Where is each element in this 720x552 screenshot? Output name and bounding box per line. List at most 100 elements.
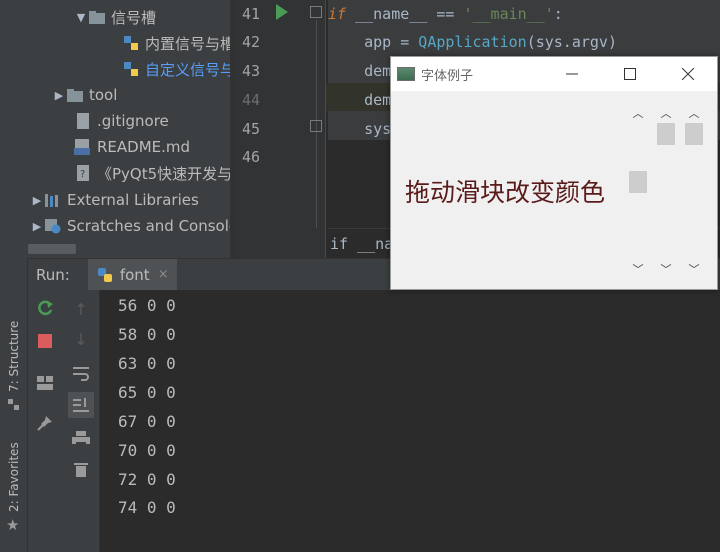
line-number: 46 — [242, 148, 261, 166]
unknown-file-icon: ? — [74, 165, 92, 181]
trash-icon[interactable] — [70, 458, 92, 480]
close-tab-icon[interactable]: × — [158, 267, 169, 282]
editor-gutter: 41 42 43 44 45 46 — [236, 0, 326, 258]
print-icon[interactable] — [70, 428, 92, 450]
tree-item-label: 信号槽 — [111, 8, 157, 27]
chevron-up-icon[interactable]: ︿ — [655, 105, 677, 121]
folder-icon — [88, 9, 106, 25]
python-file-icon — [122, 35, 140, 51]
fold-marker-icon[interactable] — [310, 6, 322, 18]
run-tab-font[interactable]: font × — [87, 258, 177, 291]
scroll-to-end-icon[interactable] — [68, 392, 94, 418]
run-label: Run: — [36, 265, 70, 284]
qt-font-window: 字体例子 拖动滑块改变颜色 ︿ ﹀ ︿ ﹀ ︿ ﹀ — [390, 56, 718, 290]
tree-item-label: Scratches and Console — [67, 217, 236, 235]
tree-item-label: 《PyQt5快速开发与实 — [97, 164, 236, 183]
tree-item-label: 内置信号与槽 — [145, 34, 236, 53]
tree-item-readme[interactable]: README.md — [74, 134, 190, 160]
line-number: 44 — [242, 91, 261, 109]
tree-item-scratches[interactable]: ▶ Scratches and Console — [30, 213, 236, 239]
tree-item-builtin-signal[interactable]: 内置信号与槽 — [122, 30, 235, 56]
console-line: 70 0 0 — [118, 441, 176, 460]
tree-item-external-libraries[interactable]: ▶ External Libraries — [30, 187, 199, 213]
python-file-icon — [122, 61, 140, 77]
run-console[interactable]: 56 0 0 58 0 0 63 0 0 65 0 0 67 0 0 70 0 … — [100, 290, 720, 552]
line-number: 45 — [242, 120, 261, 138]
tree-item-label: .gitignore — [97, 112, 169, 130]
structure-icon — [8, 396, 20, 415]
code-line: dem — [328, 62, 392, 80]
tree-item-custom-signal[interactable]: 自定义信号与 — [122, 56, 235, 82]
slider-blue[interactable]: ︿ ﹀ — [683, 105, 705, 277]
line-number: 41 — [242, 5, 261, 23]
color-label: 拖动滑块改变颜色 — [405, 178, 606, 207]
stop-icon[interactable] — [34, 330, 56, 352]
tree-item-pyqt5-book[interactable]: ? 《PyQt5快速开发与实 — [74, 160, 236, 186]
library-icon — [44, 192, 62, 208]
slider-thumb[interactable] — [657, 123, 675, 145]
console-line: 63 0 0 — [118, 354, 176, 373]
slider-red[interactable]: ︿ ﹀ — [627, 105, 649, 277]
chevron-up-icon[interactable]: ︿ — [627, 105, 649, 121]
slider-track[interactable] — [657, 123, 675, 259]
tree-item-tool-folder[interactable]: ▶ tool — [52, 82, 118, 108]
console-line: 74 0 0 — [118, 498, 176, 517]
run-toolbar-secondary: ↑ ↓ — [62, 290, 100, 552]
tree-item-label: tool — [89, 86, 118, 104]
rerun-icon[interactable] — [34, 298, 56, 320]
console-line: 72 0 0 — [118, 470, 176, 489]
scroll-up-icon[interactable]: ↑ — [70, 298, 92, 320]
run-gutter-icon[interactable] — [276, 4, 288, 20]
fold-marker-icon[interactable] — [310, 120, 322, 132]
tree-item-label: External Libraries — [67, 191, 199, 209]
tree-item-signal-slot-folder[interactable]: ▼ 信号槽 — [74, 4, 156, 30]
console-line: 56 0 0 — [118, 296, 176, 315]
python-icon — [96, 266, 114, 284]
tree-item-label: README.md — [97, 138, 191, 156]
line-number: 43 — [242, 62, 261, 80]
project-tree: ▼ 信号槽 内置信号与槽 自定义信号与 ▶ tool .gitignore RE… — [0, 0, 236, 258]
ide-window: ▼ 信号槽 内置信号与槽 自定义信号与 ▶ tool .gitignore RE… — [0, 0, 720, 552]
star-icon: ★ — [6, 516, 20, 534]
pin-icon[interactable] — [34, 412, 56, 434]
run-toolbar-primary — [28, 290, 62, 552]
tree-item-gitignore[interactable]: .gitignore — [74, 108, 169, 134]
code-line: dem — [328, 91, 392, 109]
slider-green[interactable]: ︿ ﹀ — [655, 105, 677, 277]
chevron-right-icon[interactable]: ▶ — [30, 220, 44, 233]
slider-thumb[interactable] — [629, 171, 647, 193]
code-line: if __name__ == '__main__': — [328, 5, 563, 23]
code-line: app = QApplication(sys.argv) — [328, 33, 617, 51]
tree-item-label: 自定义信号与 — [145, 60, 236, 79]
minimize-button[interactable] — [543, 57, 601, 91]
maximize-button[interactable] — [601, 57, 659, 91]
folder-icon — [66, 87, 84, 103]
scroll-down-icon[interactable]: ↓ — [70, 328, 92, 350]
soft-wrap-icon[interactable] — [70, 362, 92, 384]
slider-track[interactable] — [685, 123, 703, 259]
horizontal-scrollbar[interactable] — [28, 244, 76, 254]
structure-tab[interactable]: 7: Structure — [7, 321, 21, 392]
favorites-tab[interactable]: 2: Favorites — [7, 442, 21, 512]
markdown-file-icon — [74, 139, 92, 155]
console-line: 58 0 0 — [118, 325, 176, 344]
left-tool-strip: 7: Structure 2: Favorites ★ — [0, 258, 28, 552]
line-number: 42 — [242, 33, 261, 51]
file-icon — [74, 113, 92, 129]
slider-thumb[interactable] — [685, 123, 703, 145]
scratches-icon — [44, 218, 62, 234]
layout-icon[interactable] — [34, 372, 56, 394]
close-button[interactable] — [659, 57, 717, 91]
chevron-right-icon[interactable]: ▶ — [30, 194, 44, 207]
chevron-down-icon[interactable]: ﹀ — [627, 261, 649, 277]
chevron-down-icon[interactable]: ﹀ — [683, 261, 705, 277]
chevron-right-icon[interactable]: ▶ — [52, 89, 66, 102]
slider-track[interactable] — [629, 123, 647, 259]
chevron-up-icon[interactable]: ︿ — [683, 105, 705, 121]
window-titlebar[interactable]: 字体例子 — [391, 57, 717, 91]
code-line: sys — [328, 120, 392, 138]
console-line: 67 0 0 — [118, 412, 176, 431]
chevron-down-icon[interactable]: ▼ — [74, 11, 88, 24]
chevron-down-icon[interactable]: ﹀ — [655, 261, 677, 277]
app-icon — [397, 67, 415, 81]
